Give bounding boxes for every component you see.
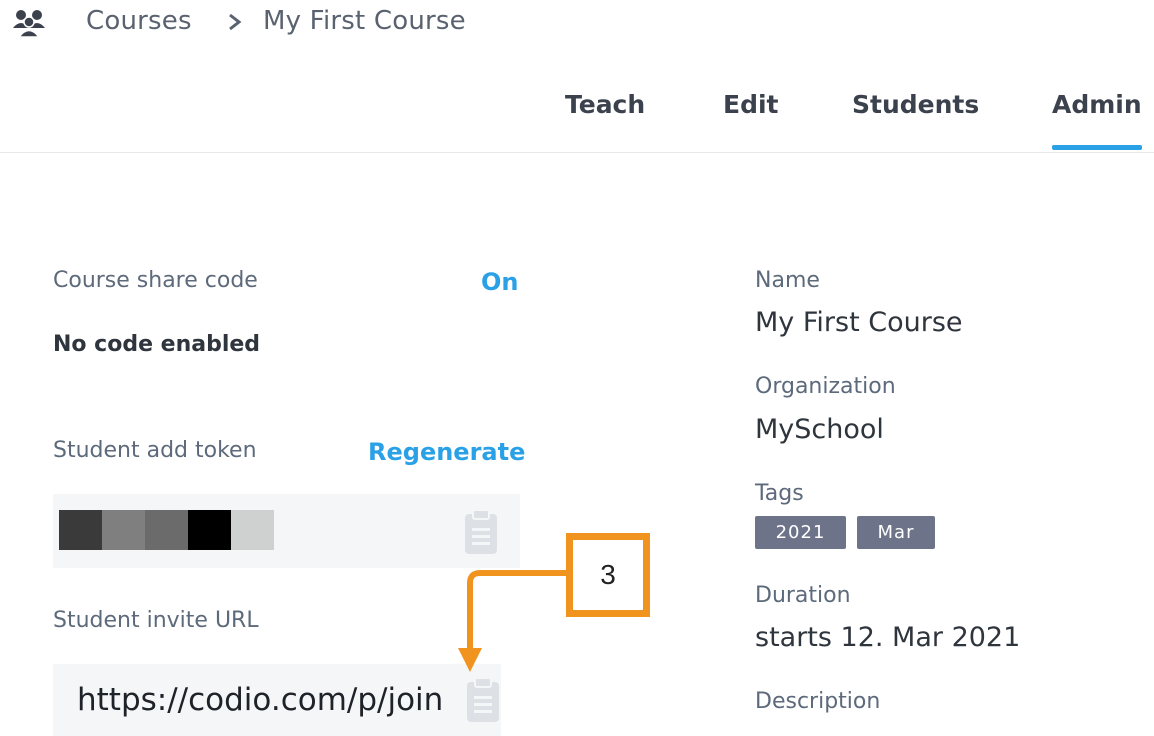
tag-badge: 2021 <box>755 516 846 549</box>
masked-token-block <box>188 510 231 550</box>
share-code-toggle[interactable]: On <box>481 268 519 296</box>
course-name: My First Course <box>755 307 963 338</box>
masked-token-block <box>59 510 102 550</box>
chevron-right-icon <box>228 13 242 31</box>
description-label: Description <box>755 689 881 714</box>
tag-badge: Mar <box>857 516 935 549</box>
clipboard-icon[interactable] <box>463 676 501 724</box>
share-code-status: No code enabled <box>53 332 261 357</box>
invite-url-field[interactable]: https://codio.com/p/join <box>53 664 501 736</box>
regenerate-button[interactable]: Regenerate <box>368 438 525 466</box>
breadcrumb-current: My First Course <box>263 6 466 36</box>
share-code-label: Course share code <box>53 268 258 293</box>
masked-token-block <box>145 510 188 550</box>
invite-url-value: https://codio.com/p/join <box>77 682 444 718</box>
callout-arrow <box>450 560 575 680</box>
tags-label: Tags <box>755 481 804 506</box>
token-field <box>53 494 520 568</box>
breadcrumb-courses-link[interactable]: Courses <box>86 6 192 36</box>
users-icon <box>12 8 46 38</box>
tab-edit[interactable]: Edit <box>723 90 779 119</box>
organization-value: MySchool <box>755 414 884 445</box>
invite-url-label: Student invite URL <box>53 608 259 633</box>
token-label: Student add token <box>53 438 257 463</box>
duration-label: Duration <box>755 583 851 608</box>
tab-divider <box>0 152 1154 153</box>
tab-teach[interactable]: Teach <box>565 90 645 119</box>
name-label: Name <box>755 268 820 293</box>
tab-admin[interactable]: Admin <box>1052 90 1142 119</box>
callout-number: 3 <box>566 533 650 617</box>
active-tab-indicator <box>1052 145 1142 150</box>
tab-students[interactable]: Students <box>852 90 979 119</box>
organization-label: Organization <box>755 374 896 399</box>
masked-token-block <box>102 510 145 550</box>
duration-value: starts 12. Mar 2021 <box>755 622 1021 653</box>
masked-token-block <box>231 510 274 550</box>
clipboard-icon[interactable] <box>461 508 501 556</box>
